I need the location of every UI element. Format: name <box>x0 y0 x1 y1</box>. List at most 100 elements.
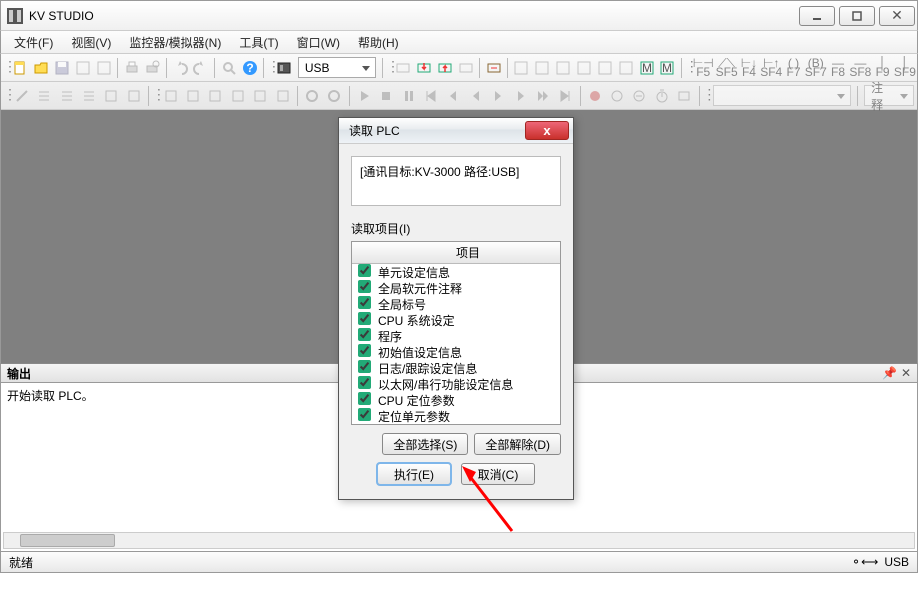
open-file-icon[interactable] <box>32 57 51 79</box>
select-all-button[interactable]: 全部选择(S) <box>382 433 468 455</box>
step-back-icon[interactable] <box>443 85 463 107</box>
edit-icon-2[interactable] <box>34 85 54 107</box>
execute-button[interactable]: 执行(E) <box>377 463 451 485</box>
sf7-label[interactable]: (B)SF7 <box>805 57 827 79</box>
list-item[interactable]: 初始值设定信息 <box>352 344 560 360</box>
address-combo[interactable] <box>713 85 851 106</box>
list-item[interactable]: 日志/跟踪设定信息 <box>352 360 560 376</box>
close-button[interactable]: ✕ <box>879 6 915 26</box>
run-icon-5[interactable] <box>250 85 270 107</box>
output-pin-icon[interactable]: 📌 <box>882 366 897 380</box>
menu-tool[interactable]: 工具(T) <box>230 31 287 54</box>
break-icon[interactable] <box>584 85 604 107</box>
list-item-checkbox[interactable] <box>358 264 371 277</box>
run-icon-1[interactable] <box>160 85 180 107</box>
list-item[interactable]: CPU 系统设定 <box>352 312 560 328</box>
dialog-close-button[interactable]: x <box>525 121 569 140</box>
dialog-titlebar[interactable]: 读取 PLC x <box>339 118 573 144</box>
transfer-icon-1[interactable] <box>394 57 413 79</box>
print-preview-icon[interactable] <box>143 57 162 79</box>
sf8-label[interactable]: —SF8 <box>849 57 871 79</box>
module-icon-8[interactable]: M <box>658 57 677 79</box>
run-icon-4[interactable] <box>228 85 248 107</box>
print-icon[interactable] <box>122 57 141 79</box>
list-item[interactable]: 单元设定信息 <box>352 264 560 280</box>
list-item-checkbox[interactable] <box>358 344 371 357</box>
undo-icon[interactable] <box>171 57 190 79</box>
edit-icon-5[interactable] <box>101 85 121 107</box>
maximize-button[interactable] <box>839 6 875 26</box>
menu-file[interactable]: 文件(F) <box>5 31 62 54</box>
stop-icon[interactable] <box>376 85 396 107</box>
edit-icon-3[interactable] <box>56 85 76 107</box>
redo-icon[interactable] <box>192 57 211 79</box>
timer-icon[interactable] <box>652 85 672 107</box>
edit-icon-6[interactable] <box>124 85 144 107</box>
module-icon-6[interactable] <box>616 57 635 79</box>
list-item-checkbox[interactable] <box>358 408 371 421</box>
f8-label[interactable]: —F8 <box>829 57 848 79</box>
module-icon-1[interactable] <box>512 57 531 79</box>
list-item-checkbox[interactable] <box>358 328 371 341</box>
break-icon-3[interactable] <box>629 85 649 107</box>
list-item-checkbox[interactable] <box>358 392 371 405</box>
connection-combo[interactable]: USB <box>298 57 376 78</box>
list-item[interactable]: 全局标号 <box>352 296 560 312</box>
edit-icon-4[interactable] <box>79 85 99 107</box>
output-close-icon[interactable]: ✕ <box>901 366 911 380</box>
sf4-label[interactable]: ⊢↑SF4 <box>760 57 782 79</box>
module-icon-4[interactable] <box>575 57 594 79</box>
save-icon[interactable] <box>53 57 72 79</box>
list-item[interactable]: 程序 <box>352 328 560 344</box>
list-item[interactable]: 全局软元件注释 <box>352 280 560 296</box>
f7-label[interactable]: ( )F7 <box>784 57 803 79</box>
sf5-label[interactable]: ⟋⟍SF5 <box>716 57 738 79</box>
pause-icon[interactable] <box>398 85 418 107</box>
menu-monitor[interactable]: 监控器/模拟器(N) <box>120 31 230 54</box>
module-icon-7[interactable]: M <box>637 57 656 79</box>
edit-icon-1[interactable] <box>12 85 32 107</box>
record-icon-2[interactable] <box>324 85 344 107</box>
list-item-checkbox[interactable] <box>358 376 371 389</box>
note-combo[interactable]: 注释 <box>864 85 914 106</box>
run-icon-2[interactable] <box>183 85 203 107</box>
run-icon-6[interactable] <box>272 85 292 107</box>
menu-help[interactable]: 帮助(H) <box>349 31 408 54</box>
list-item[interactable]: CPU 定位参数 <box>352 392 560 408</box>
record-icon[interactable] <box>302 85 322 107</box>
step-fwd-icon-2[interactable] <box>510 85 530 107</box>
list-item-checkbox[interactable] <box>358 360 371 373</box>
transfer-write-icon[interactable] <box>436 57 455 79</box>
f4-label[interactable]: ⊢↓F4 <box>740 57 759 79</box>
step-fwd-icon[interactable] <box>488 85 508 107</box>
play-icon[interactable] <box>353 85 373 107</box>
run-icon-3[interactable] <box>205 85 225 107</box>
h-scrollbar[interactable] <box>3 532 915 549</box>
skip-back-icon[interactable] <box>421 85 441 107</box>
sf9-label[interactable]: │SF9 <box>894 57 916 79</box>
list-item-checkbox[interactable] <box>358 296 371 309</box>
menu-window[interactable]: 窗口(W) <box>288 31 349 54</box>
skip-fwd-icon[interactable] <box>555 85 575 107</box>
help-icon[interactable]: ? <box>240 57 259 79</box>
step-back-icon-2[interactable] <box>466 85 486 107</box>
toolbar-icon-5[interactable] <box>95 57 114 79</box>
list-item-checkbox[interactable] <box>358 312 371 325</box>
break-clear-icon[interactable] <box>607 85 627 107</box>
cancel-button[interactable]: 取消(C) <box>461 463 535 485</box>
module-icon-2[interactable] <box>533 57 552 79</box>
transfer-read-icon[interactable] <box>415 57 434 79</box>
module-icon-3[interactable] <box>554 57 573 79</box>
list-item-checkbox[interactable] <box>358 280 371 293</box>
search-icon[interactable] <box>219 57 238 79</box>
menu-view[interactable]: 视图(V) <box>62 31 120 54</box>
list-item[interactable]: 定位单元参数 <box>352 408 560 424</box>
list-item[interactable]: 以太网/串行功能设定信息 <box>352 376 560 392</box>
toolbar-icon-4[interactable] <box>74 57 93 79</box>
minimize-button[interactable] <box>799 6 835 26</box>
module-icon-5[interactable] <box>595 57 614 79</box>
transfer-icon-5[interactable] <box>484 57 503 79</box>
f9-label[interactable]: │F9 <box>873 57 892 79</box>
timer-icon-2[interactable] <box>674 85 694 107</box>
clear-all-button[interactable]: 全部解除(D) <box>474 433 561 455</box>
